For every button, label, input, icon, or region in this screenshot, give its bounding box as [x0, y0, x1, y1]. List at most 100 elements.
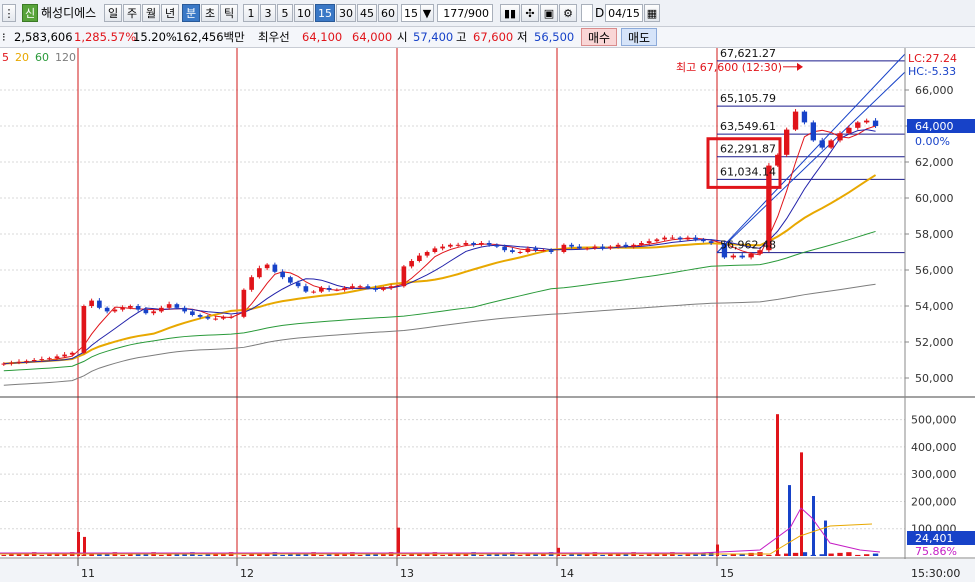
period-week-button[interactable]: 주 — [123, 4, 141, 22]
ma-legend-label: 60 — [35, 51, 49, 64]
candle-body — [417, 255, 422, 261]
candle-body — [264, 264, 270, 269]
minute-5-button[interactable]: 5 — [277, 4, 293, 22]
price-tick-label: 62,000 — [915, 156, 954, 169]
candle-body — [135, 306, 141, 310]
candle-body — [143, 309, 149, 314]
open-value: 57,400 — [413, 30, 454, 44]
price-tick-label: 66,000 — [915, 84, 954, 97]
chart-type-icon[interactable]: ▮▮ — [500, 4, 520, 22]
crosshair-icon[interactable]: ✣ — [521, 4, 539, 22]
date-tick-label: 12 — [240, 567, 254, 580]
minute-15-button[interactable]: 15 — [315, 4, 335, 22]
candle-body — [502, 246, 507, 251]
settings-icon[interactable]: ⚙ — [559, 4, 577, 22]
volume-bar — [792, 552, 799, 556]
panel-handle-icon[interactable]: ⁝ — [2, 29, 6, 45]
volume-bar — [241, 554, 247, 556]
period-month-button[interactable]: 월 — [142, 4, 160, 22]
chevron-down-icon[interactable]: ▼ — [420, 4, 434, 22]
panel-menu-icon[interactable]: ⋮ — [2, 4, 16, 22]
save-icon[interactable]: ▣ — [540, 4, 558, 22]
candle-body — [677, 237, 683, 240]
candle-body — [401, 266, 407, 287]
minute-45-button[interactable]: 45 — [357, 4, 377, 22]
candle-body — [16, 361, 22, 363]
candle-body — [128, 306, 133, 308]
volume-spike-bar — [800, 452, 803, 556]
candle-body — [62, 354, 67, 357]
candle-body — [569, 244, 574, 247]
current-price-label: 64,000 — [915, 120, 954, 133]
candle-body — [494, 244, 500, 247]
candle-body — [295, 282, 301, 287]
candle-body — [89, 300, 94, 306]
candle-body — [166, 304, 172, 308]
candle-body — [373, 288, 378, 290]
volume-bar — [319, 554, 324, 556]
candle-body — [739, 255, 745, 258]
date-checkbox[interactable] — [581, 4, 593, 22]
volume-bar — [197, 554, 203, 556]
candle-body — [548, 250, 554, 252]
stock-badge: 신 — [22, 4, 38, 22]
price-chart[interactable]: 50,000 52,000 54,000 56,000 58,000 60,000 62,0… — [0, 48, 975, 582]
candle-body — [693, 237, 698, 240]
period-second-button[interactable]: 초 — [201, 4, 219, 22]
candle-body — [357, 286, 363, 288]
volume-bar — [357, 554, 363, 556]
candle-body — [334, 289, 340, 291]
period-minute-button[interactable]: 분 — [182, 4, 200, 22]
candle-body — [561, 244, 567, 252]
price-tick-label: 58,000 — [915, 228, 954, 241]
minute-3-button[interactable]: 3 — [260, 4, 276, 22]
candle-body — [350, 286, 355, 288]
current-change-label: 0.00% — [915, 135, 950, 148]
volume-bar — [828, 553, 834, 556]
period-year-button[interactable]: 년 — [161, 4, 179, 22]
candle-body — [272, 264, 278, 272]
volume-tick-label: 400,000 — [911, 441, 957, 454]
candle-body — [288, 277, 293, 283]
minute-10-button[interactable]: 10 — [294, 4, 314, 22]
candle-body — [342, 288, 347, 290]
minute-30-button[interactable]: 30 — [336, 4, 356, 22]
period-day-button[interactable]: 일 — [104, 4, 122, 22]
stock-name[interactable]: 해성디에스 — [41, 4, 96, 22]
fibonacci-label: 63,549.61 — [720, 120, 776, 133]
buy-button[interactable]: 매수 — [581, 28, 617, 46]
time-axis-background — [0, 559, 975, 582]
interval-select-value: 15 — [404, 7, 418, 20]
candle-body — [31, 360, 37, 361]
date-tick-label: 11 — [81, 567, 95, 580]
fibonacci-label: 56,962.48 — [720, 239, 776, 252]
candle-body — [525, 248, 531, 252]
candle-body — [577, 246, 582, 249]
candle-body — [409, 261, 414, 267]
candle-body — [432, 248, 438, 252]
volume-bar — [440, 554, 445, 556]
volume-tick-label: 200,000 — [911, 495, 957, 508]
volume-spike-bar — [776, 414, 779, 556]
date-field[interactable]: 04/15 — [605, 4, 643, 22]
calendar-icon[interactable]: ▦ — [644, 4, 660, 22]
candle-body — [97, 300, 102, 308]
candle-body — [24, 360, 29, 362]
price-info-bar: ⁝ 2,583,606 1,285.57% 15.20% 162,456백만 최… — [0, 27, 975, 48]
minute-60-button[interactable]: 60 — [378, 4, 398, 22]
sell-button[interactable]: 매도 — [621, 28, 657, 46]
price-tick-label: 52,000 — [915, 336, 954, 349]
candle-body — [197, 315, 203, 317]
volume-rate-value: 1,285.57% — [74, 30, 137, 44]
candle-body — [257, 268, 262, 278]
amount-value: 162,456백만 — [176, 30, 245, 44]
best-quote-label: 최우선 — [258, 30, 290, 44]
volume-spike-bar — [788, 485, 791, 556]
candle-body — [326, 288, 332, 290]
candle-body — [592, 246, 598, 249]
volume-bar — [846, 552, 852, 556]
candle-body — [486, 243, 492, 245]
count-field[interactable]: 177/900 — [437, 4, 493, 22]
period-tick-button[interactable]: 틱 — [220, 4, 238, 22]
minute-1-button[interactable]: 1 — [243, 4, 259, 22]
